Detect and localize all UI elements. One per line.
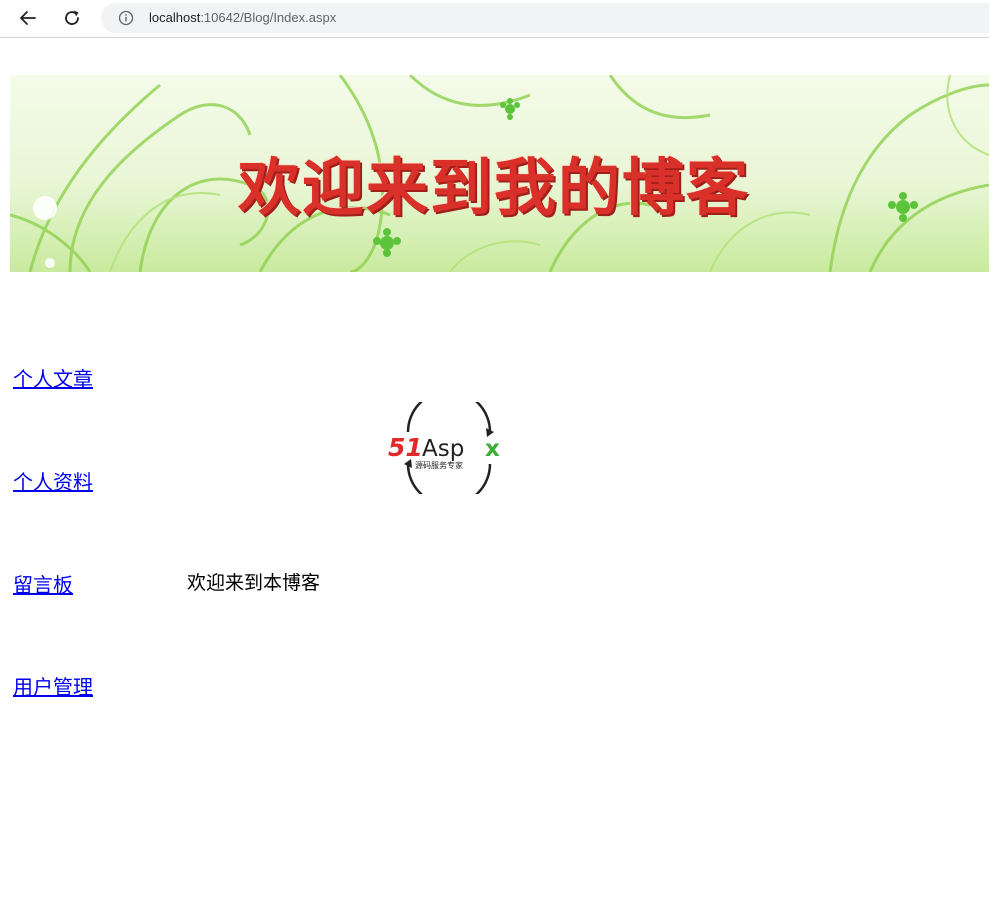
banner-title: 欢迎来到我的博客 (238, 151, 751, 224)
nav-link-profile[interactable]: 个人资料 (13, 466, 93, 495)
welcome-banner: 欢迎来到我的博客 (10, 75, 989, 272)
browser-toolbar: localhost:10642/Blog/Index.aspx (0, 0, 989, 38)
url-host: localhost (149, 10, 201, 25)
svg-text:Asp: Asp (422, 436, 464, 462)
address-bar[interactable]: localhost:10642/Blog/Index.aspx (101, 3, 989, 33)
svg-text:x: x (485, 436, 500, 462)
nav-link-articles[interactable]: 个人文章 (13, 363, 93, 392)
url-text: localhost:10642/Blog/Index.aspx (149, 10, 336, 25)
reload-button[interactable] (58, 4, 86, 32)
nav-link-guestbook[interactable]: 留言板 (13, 569, 73, 598)
url-path: :10642/Blog/Index.aspx (200, 10, 337, 25)
svg-text:51: 51 (388, 433, 423, 462)
arrow-left-icon (20, 11, 36, 25)
back-button[interactable] (14, 4, 42, 32)
nav-link-user-management[interactable]: 用户管理 (13, 671, 93, 700)
reload-icon (65, 10, 79, 25)
welcome-text: 欢迎来到本博客 (187, 572, 321, 594)
svg-text:源码服务专家: 源码服务专家 (415, 460, 463, 470)
info-icon[interactable] (118, 10, 134, 26)
51aspx-logo: 51 Asp x 源码服务专家 (388, 402, 500, 494)
